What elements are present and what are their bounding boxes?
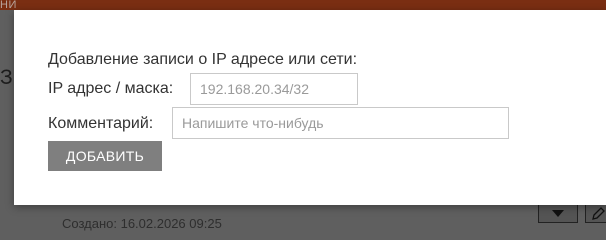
caret-down-icon [552,210,564,217]
background-topbar-text: НИ [0,0,17,11]
dialog-heading: Добавление записи о IP адресе или сети: [48,51,358,68]
ip-mask-label: IP адрес / маска: [48,80,174,97]
background-topbar: НИ [0,0,606,11]
add-ip-entry-dialog: Добавление записи о IP адресе или сети: … [14,10,606,205]
pencil-icon [592,207,605,220]
background-created-timestamp: Создано: 16.02.2026 09:25 [62,216,222,231]
background-dropdown-button [538,203,578,223]
comment-input[interactable] [172,107,509,139]
background-edit-button [585,203,606,223]
background-side-heading: З [0,66,13,89]
add-button[interactable]: ДОБАВИТЬ [48,141,162,171]
comment-label: Комментарий: [48,115,154,132]
ip-mask-input[interactable] [190,73,358,105]
